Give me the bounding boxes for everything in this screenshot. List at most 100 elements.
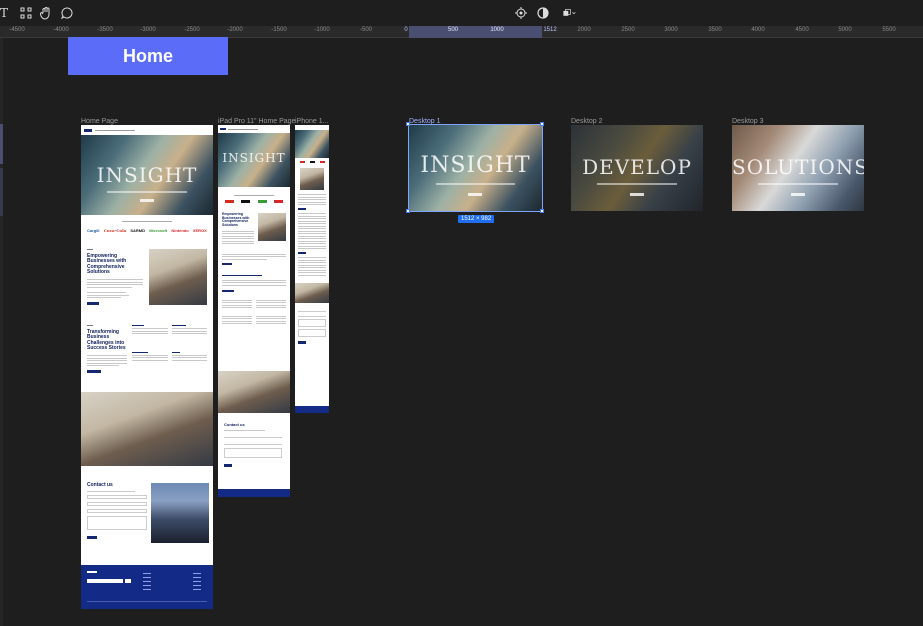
resize-handle-top-left[interactable] [406, 122, 410, 126]
site-footer [295, 406, 329, 413]
brand-logo: Coca-Cola [103, 228, 127, 233]
ruler-selection-range [409, 26, 542, 38]
target-icon[interactable] [513, 5, 529, 21]
ruler-tick: 1000 [490, 27, 504, 33]
frame-title-home-page[interactable]: Home Page [81, 118, 118, 125]
contrast-icon[interactable] [535, 5, 551, 21]
resize-handle-bottom-left[interactable] [406, 209, 410, 213]
ruler-tick: -2000 [227, 27, 243, 33]
ruler-tick: -1000 [314, 27, 330, 33]
contact-title: Contact us [224, 422, 245, 427]
text-icon[interactable]: T [0, 5, 12, 21]
ruler-tick: 4500 [795, 27, 809, 33]
contact-section: Contact us [224, 422, 282, 468]
site-navbar [218, 125, 290, 133]
ruler-tick: 3500 [708, 27, 722, 33]
section-title-stories: Transforming Business Challenges into Su… [87, 329, 126, 351]
frame-title-ipad[interactable]: iPad Pro 11" Home Page [218, 118, 295, 125]
ruler-tick: -500 [359, 27, 373, 33]
section-eyebrow [87, 249, 93, 250]
ruler-tick: 2000 [577, 27, 591, 33]
ruler-tick: 0 [404, 27, 408, 33]
frame-title-desktop-3[interactable]: Desktop 3 [732, 118, 764, 125]
hero-subtitle [758, 183, 838, 185]
solutions-section: Empowering Businesses with Comprehensive… [81, 235, 213, 305]
frame-ipad-home[interactable]: INSIGHT Empowering Businesses with Compr… [218, 125, 290, 497]
brand-logo: XEROX [192, 228, 207, 233]
ruler-tick: -1500 [271, 27, 287, 33]
layers-icon[interactable] [558, 5, 580, 21]
hero-cta-button [140, 199, 154, 202]
brand-logos: Cargill Coca-Cola SARMD Microsoft Ninten… [81, 226, 213, 235]
office-photo-banner [81, 392, 213, 466]
brand-logo: Cargill [87, 228, 100, 233]
hero-title: DEVELOP [582, 155, 692, 179]
frame-home-page[interactable]: INSIGHT Cargill Coca-Cola SARMD Microsof… [81, 125, 213, 609]
hand-icon[interactable] [38, 5, 54, 21]
home-section-label[interactable]: Home [68, 37, 228, 75]
section-photo [149, 249, 207, 305]
frame-title-desktop-1[interactable]: Desktop 1 [409, 118, 441, 125]
hero-section: INSIGHT [218, 133, 290, 187]
ruler-tick: -3000 [140, 27, 156, 33]
hero-subtitle [435, 183, 516, 185]
brands-heading [122, 221, 172, 222]
comment-icon[interactable] [59, 5, 75, 21]
ruler-tick: 5500 [882, 27, 896, 33]
brand-logo: Nintendo [171, 228, 189, 233]
hero-section: INSIGHT [409, 125, 542, 211]
components-icon[interactable] [18, 5, 34, 21]
frame-desktop-3[interactable]: SOLUTIONS [732, 125, 864, 211]
hero-cta-button [791, 193, 805, 196]
ruler-tick: -4000 [53, 27, 69, 33]
hero-section [295, 130, 329, 158]
brand-logo: Microsoft [149, 228, 168, 233]
ruler-tick: 2500 [621, 27, 635, 33]
stories-section: Transforming Business Challenges into Su… [81, 305, 213, 373]
frame-title-desktop-2[interactable]: Desktop 2 [571, 118, 603, 125]
ruler-tick: -2500 [184, 27, 200, 33]
section-title-solutions: Empowering Businesses with Comprehensive… [87, 253, 127, 275]
brand-logo: SARMD [130, 228, 146, 233]
hero-section: SOLUTIONS [732, 125, 864, 211]
ruler-tick: 500 [447, 27, 459, 33]
learn-more-button [87, 302, 99, 305]
ruler-tick: 3000 [664, 27, 678, 33]
site-footer [81, 565, 213, 609]
stories-button [87, 370, 101, 373]
contact-section: Contact us [87, 482, 147, 540]
section-eyebrow [87, 325, 93, 326]
hero-section: INSIGHT [81, 135, 213, 215]
ruler-tick: 5000 [838, 27, 852, 33]
city-photo [151, 483, 209, 543]
hero-title: INSIGHT [222, 151, 286, 165]
contact-title: Contact us [87, 482, 113, 488]
frame-iphone-home[interactable] [295, 125, 329, 413]
frame-title-iphone[interactable]: iPhone 1... [295, 118, 328, 125]
frame-desktop-2[interactable]: DEVELOP [571, 125, 703, 211]
site-navbar [81, 125, 213, 135]
site-footer [218, 489, 290, 497]
hero-title: SOLUTIONS [732, 155, 864, 179]
resize-handle-bottom-right[interactable] [540, 209, 544, 213]
site-logo [84, 128, 92, 132]
hero-title: INSIGHT [96, 163, 198, 187]
hero-cta-button [468, 193, 482, 196]
office-photo-banner [218, 371, 290, 413]
top-toolbar: T [0, 0, 923, 26]
nav-links [95, 129, 135, 131]
hero-title: INSIGHT [420, 153, 531, 178]
hero-section: DEVELOP [571, 125, 703, 211]
ruler-tick: -4500 [9, 27, 25, 33]
ruler-tick: 4000 [751, 27, 765, 33]
resize-handle-top-right[interactable] [540, 122, 544, 126]
frame-desktop-1[interactable]: INSIGHT [409, 125, 542, 211]
hero-subtitle [107, 191, 187, 193]
frame-size-badge: 1512 × 982 [458, 215, 495, 223]
ruler-tick: 1512 [543, 27, 557, 33]
hero-cta-button [630, 193, 644, 196]
ruler-tick: -3500 [97, 27, 113, 33]
stories-grid [132, 325, 207, 373]
section-title-solutions: Empowering Businesses with Comprehensive… [222, 212, 250, 228]
hero-subtitle [597, 183, 677, 185]
